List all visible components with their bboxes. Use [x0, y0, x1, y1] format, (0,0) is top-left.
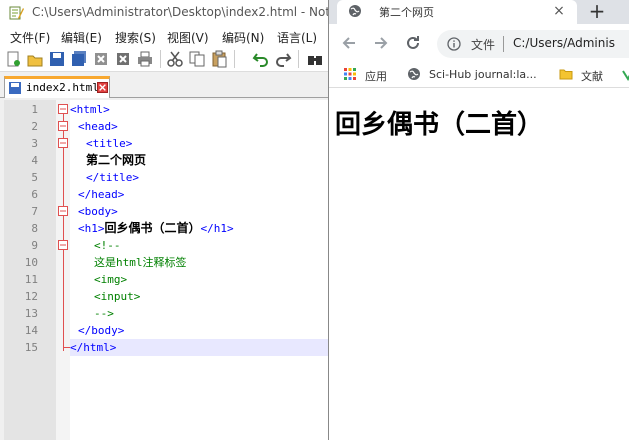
- code-line-3: <title>: [86, 137, 133, 150]
- bookmark-folder-label: 文献: [581, 70, 603, 83]
- fold-minus-icon[interactable]: [58, 121, 68, 131]
- cut-icon[interactable]: [166, 50, 184, 68]
- line-number: 13: [24, 307, 38, 320]
- toolbar-separator: [234, 50, 235, 68]
- line-number: 9: [31, 239, 38, 252]
- editor-window-title: C:\Users\Administrator\Desktop\index2.ht…: [32, 5, 328, 19]
- save-all-icon[interactable]: [70, 50, 88, 68]
- globe-icon: [349, 5, 361, 17]
- code-line-1: <html>: [70, 103, 110, 116]
- file-tab-index2[interactable]: index2.html: [4, 76, 110, 98]
- editor-toolbar: [0, 46, 328, 72]
- folder-icon: [559, 69, 573, 80]
- menu-search[interactable]: 搜索(S): [115, 29, 156, 46]
- menu-view[interactable]: 视图(V): [167, 29, 209, 46]
- globe-icon: [408, 68, 420, 80]
- line-number: 7: [31, 205, 38, 218]
- bookmark-apps[interactable]: 应用: [343, 67, 393, 83]
- page-viewport: 回乡偶书（二首）: [329, 88, 629, 440]
- code-line-14: </body>: [78, 324, 125, 337]
- save-icon[interactable]: [48, 50, 66, 68]
- browser-tab-strip: 第二个网页 × +: [329, 0, 629, 24]
- line-number-gutter: 1 2 3 4 5 6 7 8 9 10 11 12 13 14 15: [4, 100, 56, 440]
- line-number: 2: [31, 120, 38, 133]
- menu-edit[interactable]: 编辑(E): [61, 29, 102, 46]
- editor-title-bar: C:\Users\Administrator\Desktop\index2.ht…: [0, 0, 328, 26]
- redo-icon[interactable]: [274, 50, 292, 68]
- code-line-8: <h1>回乡偶书（二首）</h1>: [78, 221, 234, 235]
- browser-toolbar: 文件 C:/Users/Adminis: [329, 24, 629, 62]
- menu-language[interactable]: 语言(L): [277, 29, 317, 46]
- reload-icon[interactable]: [403, 33, 423, 53]
- line-number: 10: [24, 256, 38, 269]
- line-number: 6: [31, 188, 38, 201]
- close-all-icon[interactable]: [114, 50, 132, 68]
- open-file-icon[interactable]: [26, 50, 44, 68]
- new-tab-button[interactable]: +: [585, 0, 609, 22]
- fold-minus-icon[interactable]: [58, 138, 68, 148]
- find-icon[interactable]: [306, 50, 324, 68]
- fold-minus-icon[interactable]: [58, 240, 68, 250]
- code-line-2: <head>: [78, 120, 118, 133]
- fold-minus-icon[interactable]: [58, 206, 68, 216]
- code-line-10: 这是html注释标签: [94, 256, 187, 269]
- notepadpp-window: C:\Users\Administrator\Desktop\index2.ht…: [0, 0, 328, 440]
- code-line-12: <input>: [94, 290, 141, 303]
- print-icon[interactable]: [136, 50, 154, 68]
- code-editor[interactable]: 1 2 3 4 5 6 7 8 9 10 11 12 13 14 15 <htm…: [4, 100, 328, 440]
- new-file-icon[interactable]: [4, 50, 22, 68]
- saved-file-icon: [9, 82, 21, 94]
- url-text[interactable]: C:/Users/Adminis: [513, 36, 615, 50]
- line-number: 3: [31, 137, 38, 150]
- line-number: 1: [31, 103, 38, 116]
- bookmarks-bar: 应用 Sci-Hub journal:la... 文献: [329, 62, 629, 88]
- browser-window: 第二个网页 × + 文件 C:/Users/Adminis 应用 Sci-Hub…: [329, 0, 629, 440]
- paste-icon[interactable]: [210, 50, 228, 68]
- info-icon[interactable]: [447, 37, 461, 51]
- toolbar-separator: [160, 50, 161, 68]
- browser-tab-active[interactable]: 第二个网页 ×: [337, 0, 577, 24]
- bookmark-scihub-label: Sci-Hub journal:la...: [429, 68, 537, 81]
- fold-minus-icon[interactable]: [58, 104, 68, 114]
- apps-grid-icon: [344, 68, 356, 80]
- url-scheme-label: 文件: [471, 38, 496, 52]
- bookmark-apps-label: 应用: [365, 70, 387, 83]
- toolbar-separator: [298, 50, 299, 68]
- page-heading: 回乡偶书（二首）: [335, 110, 544, 140]
- tab-close-icon[interactable]: [97, 82, 108, 93]
- code-line-4: 第二个网页: [86, 153, 147, 167]
- close-file-icon[interactable]: [92, 50, 110, 68]
- back-arrow-icon[interactable]: [339, 33, 359, 53]
- menu-file[interactable]: 文件(F): [10, 29, 50, 46]
- line-number: 14: [24, 324, 38, 337]
- line-number: 11: [24, 273, 38, 286]
- browser-tab-title: 第二个网页: [379, 6, 434, 19]
- close-tab-icon[interactable]: ×: [551, 3, 567, 19]
- code-line-7: <body>: [78, 205, 118, 218]
- address-bar[interactable]: 文件 C:/Users/Adminis: [437, 30, 629, 58]
- editor-tab-bar: index2.html: [0, 72, 328, 98]
- file-tab-label: index2.html: [26, 81, 99, 94]
- line-number: 12: [24, 290, 38, 303]
- code-line-11: <img>: [94, 273, 128, 286]
- url-separator: [503, 36, 504, 52]
- bookmark-folder-literature[interactable]: 文献: [559, 67, 611, 83]
- code-line-5: </title>: [86, 171, 139, 184]
- line-number: 5: [31, 171, 38, 184]
- code-line-6: </head>: [78, 188, 125, 201]
- undo-icon[interactable]: [252, 50, 270, 68]
- notepadpp-app-icon: [9, 6, 24, 20]
- copy-icon[interactable]: [188, 50, 206, 68]
- menu-encoding[interactable]: 编码(N): [222, 29, 264, 46]
- code-line-15: </html>: [70, 341, 117, 354]
- editor-menu-bar: 文件(F) 编辑(E) 搜索(S) 视图(V) 编码(N) 语言(L): [0, 26, 328, 46]
- code-line-9: <!--: [94, 239, 121, 252]
- line-number: 8: [31, 222, 38, 235]
- bookmark-overflow-icon[interactable]: [621, 67, 629, 81]
- code-line-13: -->: [94, 307, 114, 320]
- line-number: 4: [31, 154, 38, 167]
- line-number: 15: [24, 341, 38, 354]
- forward-arrow-icon[interactable]: [371, 33, 391, 53]
- bookmark-scihub[interactable]: Sci-Hub journal:la...: [407, 67, 547, 83]
